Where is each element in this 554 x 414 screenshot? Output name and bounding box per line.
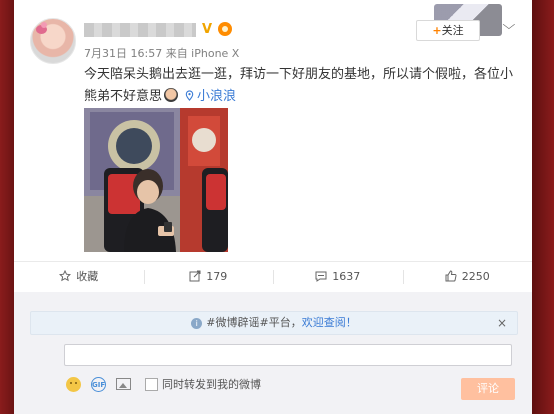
smiley-emoji-icon[interactable] bbox=[66, 376, 81, 392]
repost-count: 179 bbox=[206, 270, 228, 283]
post-photo-illustration bbox=[84, 108, 228, 252]
comment-icon bbox=[315, 271, 327, 282]
page-background-left bbox=[0, 0, 14, 414]
repost-checkbox-label: 同时转发到我的微博 bbox=[162, 378, 261, 391]
weibo-post-card: ██████████ V 7月31日 16:57 来自 iPhone X +关注… bbox=[14, 0, 532, 414]
action-bar: 收藏 179 1637 2250 bbox=[14, 261, 532, 293]
repost-icon bbox=[189, 270, 201, 282]
username-redacted[interactable]: ██████████ bbox=[84, 23, 196, 37]
verified-v-icon: V bbox=[202, 22, 213, 37]
like-button[interactable]: 2250 bbox=[402, 262, 533, 292]
plus-icon: + bbox=[432, 24, 442, 37]
location-pin-icon bbox=[185, 90, 194, 101]
location-link[interactable]: 小浪浪 bbox=[197, 89, 236, 104]
face-emoji-icon bbox=[164, 88, 179, 102]
chevron-down-icon[interactable]: ⌵ bbox=[503, 18, 516, 33]
comment-panel: i #微博辟谣#平台，欢迎查阅！ × GIF 同时转发到我的微博 评论 bbox=[14, 292, 532, 414]
comment-toolbar: GIF 同时转发到我的微博 bbox=[66, 376, 261, 392]
notice-text: #微博辟谣#平台， bbox=[206, 316, 302, 329]
follow-label: 关注 bbox=[441, 24, 464, 37]
notice-link[interactable]: 欢迎查阅！ bbox=[302, 316, 357, 329]
image-icon[interactable] bbox=[116, 378, 131, 390]
follow-button[interactable]: +关注 bbox=[416, 20, 480, 41]
favorite-label: 收藏 bbox=[76, 270, 99, 283]
post-timestamp-source[interactable]: 7月31日 16:57 来自 iPhone X bbox=[84, 45, 239, 61]
post-text: 今天陪呆头鹅出去逛一逛，拜访一下好朋友的基地，所以请个假啦，各位小熊弟不好意思小… bbox=[84, 64, 524, 108]
avatar-hair-bow-detail bbox=[41, 22, 47, 28]
info-icon: i bbox=[191, 318, 203, 329]
comment-button[interactable]: 1637 bbox=[273, 262, 403, 292]
page-background-right bbox=[532, 0, 554, 414]
post-photo[interactable] bbox=[84, 108, 228, 252]
star-icon bbox=[59, 269, 72, 282]
level-badge-icon bbox=[218, 22, 232, 36]
avatar[interactable] bbox=[30, 18, 76, 64]
comment-count: 1637 bbox=[332, 270, 361, 283]
comment-input[interactable] bbox=[64, 344, 512, 366]
submit-comment-button[interactable]: 评论 bbox=[461, 378, 515, 400]
gif-icon[interactable]: GIF bbox=[91, 376, 106, 392]
favorite-button[interactable]: 收藏 bbox=[14, 262, 144, 292]
repost-checkbox[interactable] bbox=[145, 377, 158, 391]
close-icon[interactable]: × bbox=[497, 312, 507, 334]
rumor-notice-banner: i #微博辟谣#平台，欢迎查阅！ × bbox=[30, 311, 518, 335]
post-text-line2: 不好意思 bbox=[110, 89, 163, 104]
thumbs-up-icon bbox=[445, 270, 457, 282]
like-count: 2250 bbox=[461, 270, 490, 283]
repost-button[interactable]: 179 bbox=[143, 262, 274, 292]
